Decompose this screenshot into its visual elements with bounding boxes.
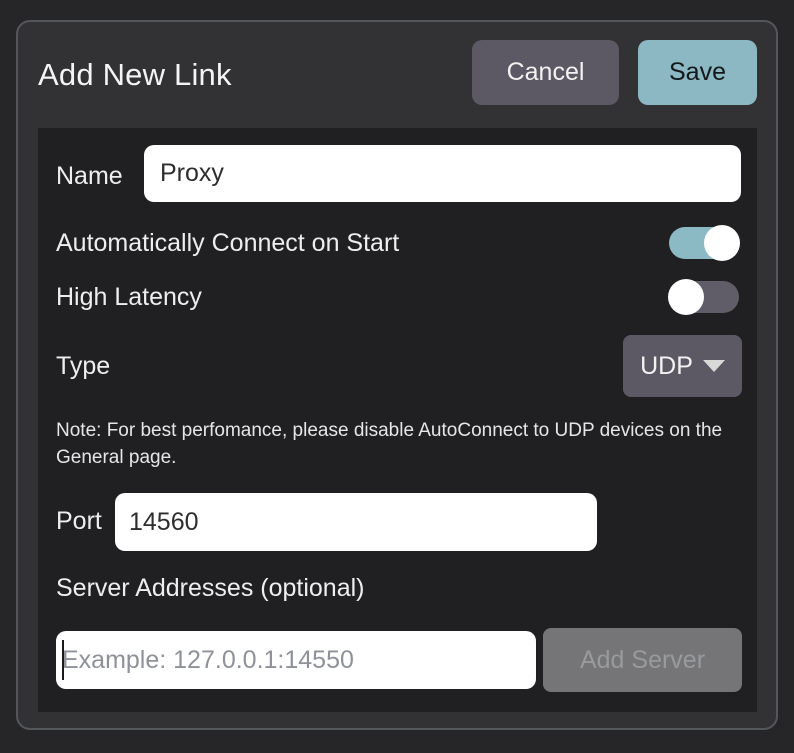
auto-connect-label: Automatically Connect on Start bbox=[56, 227, 399, 259]
type-label: Type bbox=[56, 350, 110, 382]
cancel-button[interactable]: Cancel bbox=[472, 40, 619, 105]
port-input[interactable] bbox=[115, 493, 597, 551]
link-settings-panel: Name Automatically Connect on Start High… bbox=[38, 128, 757, 712]
page-background: Add New Link Cancel Save Name Automatica… bbox=[0, 0, 794, 753]
dialog-title: Add New Link bbox=[38, 55, 232, 95]
server-address-input[interactable] bbox=[56, 631, 536, 689]
high-latency-toggle[interactable] bbox=[668, 279, 740, 315]
toggle-knob bbox=[704, 225, 740, 261]
server-address-field-wrap bbox=[56, 631, 536, 689]
name-input[interactable] bbox=[144, 145, 741, 202]
server-addresses-label: Server Addresses (optional) bbox=[56, 572, 364, 604]
save-button[interactable]: Save bbox=[638, 40, 757, 105]
type-dropdown[interactable]: UDP bbox=[623, 335, 742, 397]
add-server-button[interactable]: Add Server bbox=[543, 628, 742, 692]
port-label: Port bbox=[56, 505, 102, 537]
type-dropdown-value: UDP bbox=[640, 352, 693, 381]
toggle-knob bbox=[668, 279, 704, 315]
add-new-link-dialog: Add New Link Cancel Save Name Automatica… bbox=[16, 20, 778, 730]
udp-note-text: Note: For best perfomance, please disabl… bbox=[56, 417, 748, 471]
auto-connect-toggle[interactable] bbox=[668, 225, 740, 261]
name-label: Name bbox=[56, 160, 123, 192]
high-latency-label: High Latency bbox=[56, 281, 202, 313]
chevron-down-icon bbox=[703, 360, 725, 372]
